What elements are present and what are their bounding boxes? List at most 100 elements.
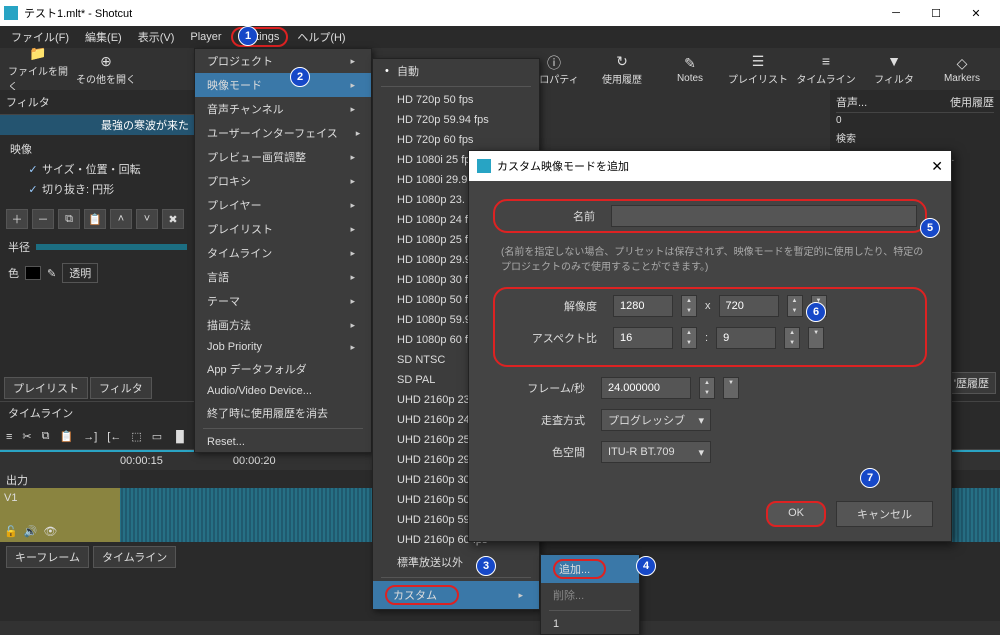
open-file-button[interactable]: 📁ファイルを開く (8, 45, 68, 93)
spinner[interactable]: ▲▼ (699, 377, 715, 399)
filter-panel-clip: 最強の寒波が来た (0, 115, 195, 135)
cancel-button[interactable]: キャンセル (836, 501, 933, 527)
timeline-button[interactable]: ≡タイムライン (796, 53, 856, 86)
close-button[interactable]: ✕ (956, 0, 996, 26)
colorspace-select[interactable]: ITU-R BT.709▾ (601, 441, 711, 463)
tl-lift-icon[interactable]: ⬚ (131, 430, 141, 443)
vm-item[interactable]: 標準放送以外 (373, 550, 539, 574)
name-input[interactable] (611, 205, 917, 227)
menu-player[interactable]: Player (183, 29, 228, 45)
tl-append-icon[interactable]: →] (83, 431, 97, 443)
custom-add[interactable]: 追加... (541, 555, 639, 583)
filter-panel: フィルタ 最強の寒波が来た 映像 ✓サイズ・位置・回転 ✓切り抜き: 円形 ＋ … (0, 90, 195, 401)
settings-proxy[interactable]: プロキシ (195, 169, 371, 193)
menu-file[interactable]: ファイル(F) (4, 27, 76, 47)
fps-label: フレーム/秒 (493, 380, 593, 396)
settings-preview-scaling[interactable]: プレビュー画質調整 (195, 145, 371, 169)
vm-custom[interactable]: カスタム (373, 581, 539, 609)
filter-down-button[interactable]: ˅ (136, 209, 158, 229)
preset-dropdown[interactable]: ▼ (808, 327, 824, 349)
color-swatch[interactable] (25, 266, 41, 280)
settings-app-data[interactable]: App データフォルダ (195, 357, 371, 381)
search-label[interactable]: 検索 (836, 128, 994, 147)
notes-button[interactable]: ✎Notes (660, 55, 720, 84)
tl-cut-icon[interactable]: ✂ (22, 430, 31, 443)
tab-timeline[interactable]: タイムライン (93, 546, 176, 568)
settings-job-priority[interactable]: Job Priority (195, 337, 371, 357)
settings-clear-history[interactable]: 終了時に使用履歴を消去 (195, 401, 371, 425)
open-other-button[interactable]: ⊕その他を開く (76, 53, 136, 86)
filter-paste-button[interactable]: 📋 (84, 209, 106, 229)
hide-icon[interactable]: 👁 (43, 525, 57, 538)
settings-player[interactable]: プレイヤー (195, 193, 371, 217)
filter-add-button[interactable]: ＋ (6, 209, 28, 229)
history-button[interactable]: ↻使用履歴 (592, 53, 652, 86)
custom-preset-1[interactable]: 1 (541, 614, 639, 634)
custom-remove: 削除... (541, 583, 639, 607)
tab-keyframes[interactable]: キーフレーム (6, 546, 89, 568)
radius-slider[interactable] (36, 244, 187, 250)
filter-remove-button[interactable]: － (32, 209, 54, 229)
aspect-width-input[interactable] (613, 327, 673, 349)
settings-video-mode[interactable]: 映像モード (195, 73, 371, 97)
color-label: 色 (8, 265, 19, 281)
settings-playlist[interactable]: プレイリスト (195, 217, 371, 241)
filter-item-crop-circle[interactable]: ✓切り抜き: 円形 (4, 179, 191, 199)
tl-split-icon[interactable]: ▐▌ (172, 431, 188, 443)
tl-menu-icon[interactable]: ≡ (6, 431, 12, 443)
settings-project[interactable]: プロジェクト (195, 49, 371, 73)
preset-dropdown[interactable]: ▼ (723, 377, 739, 399)
settings-audio-channel[interactable]: 音声チャンネル (195, 97, 371, 121)
tl-copy-icon[interactable]: ⧉ (42, 430, 50, 443)
transparent-button[interactable]: 透明 (62, 263, 98, 283)
tl-ripple-delete-icon[interactable]: [← (107, 431, 121, 443)
settings-reset[interactable]: Reset... (195, 432, 371, 452)
menu-help[interactable]: ヘルプ(H) (290, 27, 352, 47)
filter-button[interactable]: ▼フィルタ (864, 53, 924, 86)
menu-edit[interactable]: 編集(E) (78, 27, 129, 47)
scan-select[interactable]: プログレッシブ▾ (601, 409, 711, 431)
tl-overwrite-icon[interactable]: ▭ (152, 430, 162, 443)
settings-ui[interactable]: ユーザーインターフェイス (195, 121, 371, 145)
minimize-button[interactable]: ─ (876, 0, 916, 26)
badge-4: 4 (636, 556, 656, 576)
eyedropper-icon[interactable]: ✎ (47, 267, 56, 280)
name-label: 名前 (503, 208, 603, 224)
fps-input[interactable] (601, 377, 691, 399)
spinner[interactable]: ▲▼ (784, 327, 800, 349)
settings-av-device[interactable]: Audio/Video Device... (195, 381, 371, 401)
vm-auto[interactable]: 自動 (373, 59, 539, 83)
dialog-close-button[interactable]: ✕ (931, 158, 943, 175)
resolution-width-input[interactable] (613, 295, 673, 317)
tl-paste-icon[interactable]: 📋 (60, 430, 74, 443)
track-header[interactable]: V1 🔓 🔊 👁 (0, 488, 120, 542)
lock-icon[interactable]: 🔓 (4, 525, 18, 538)
vm-item[interactable]: HD 720p 50 fps (373, 90, 539, 110)
settings-theme[interactable]: テーマ (195, 289, 371, 313)
app-icon (4, 6, 18, 20)
tab-playlist[interactable]: プレイリスト (4, 377, 88, 399)
filter-disable-button[interactable]: ✖ (162, 209, 184, 229)
mute-icon[interactable]: 🔊 (24, 525, 38, 538)
vm-item[interactable]: HD 720p 60 fps (373, 130, 539, 150)
vm-item[interactable]: HD 720p 59.94 fps (373, 110, 539, 130)
history-tab-right[interactable]: '歴履歴 (947, 372, 996, 394)
resolution-height-input[interactable] (719, 295, 779, 317)
markers-button[interactable]: ◇Markers (932, 55, 992, 84)
aspect-height-input[interactable] (716, 327, 776, 349)
maximize-button[interactable]: ☐ (916, 0, 956, 26)
filter-item-spr[interactable]: ✓サイズ・位置・回転 (4, 159, 191, 179)
playlist-button[interactable]: ☰プレイリスト (728, 53, 788, 86)
filter-group-video[interactable]: 映像 (4, 139, 191, 159)
spinner[interactable]: ▲▼ (681, 327, 697, 349)
filter-copy-button[interactable]: ⧉ (58, 209, 80, 229)
spinner[interactable]: ▲▼ (787, 295, 803, 317)
settings-draw-method[interactable]: 描画方法 (195, 313, 371, 337)
spinner[interactable]: ▲▼ (681, 295, 697, 317)
tab-filter[interactable]: フィルタ (90, 377, 152, 399)
ok-button[interactable]: OK (766, 501, 826, 527)
settings-timeline[interactable]: タイムライン (195, 241, 371, 265)
filter-up-button[interactable]: ˄ (110, 209, 132, 229)
menu-view[interactable]: 表示(V) (131, 27, 182, 47)
settings-language[interactable]: 言語 (195, 265, 371, 289)
